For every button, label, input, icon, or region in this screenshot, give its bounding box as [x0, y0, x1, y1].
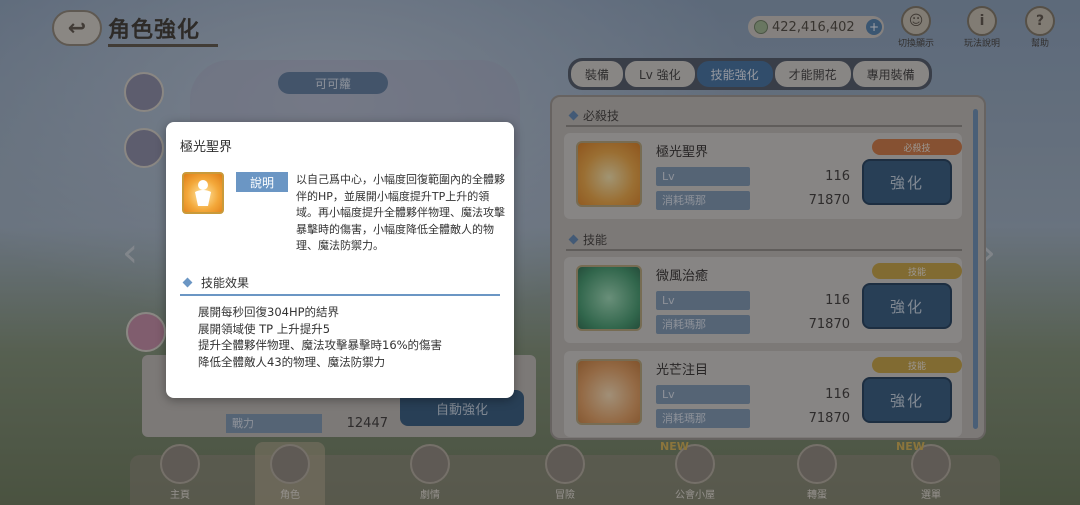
effect-title: 技能效果 — [201, 276, 250, 290]
effect-item: 展開每秒回復304HP的結界 — [198, 305, 340, 319]
effect-list: 展開每秒回復304HP的結界 展開領域使 TP 上升提升5 提升全體夥伴物理、魔… — [198, 304, 498, 370]
effect-item: 提升全體夥伴物理、魔法攻擊暴擊時16%的傷害 — [198, 338, 443, 352]
modal-backdrop[interactable] — [0, 0, 1080, 505]
description-tag: 說明 — [236, 172, 288, 192]
skill-detail-popup: 極光聖界 說明 以自己爲中心，小幅度回復範圍內的全體夥伴的HP，並展開小幅度提升… — [166, 122, 514, 398]
effect-divider — [180, 294, 500, 296]
aurora-skill-icon — [182, 172, 224, 214]
popup-title: 極光聖界 — [180, 140, 233, 155]
effect-header: 技能效果 — [182, 274, 250, 291]
section-diamond-icon — [182, 277, 193, 288]
effect-item: 降低全體敵人43的物理、魔法防禦力 — [198, 354, 386, 369]
figure-icon — [195, 180, 211, 206]
effect-item: 展開領域使 TP 上升提升5 — [198, 321, 331, 336]
skill-description: 以自己爲中心，小幅度回復範圍內的全體夥伴的HP，並展開小幅度提升TP上升的領域。… — [296, 173, 505, 252]
